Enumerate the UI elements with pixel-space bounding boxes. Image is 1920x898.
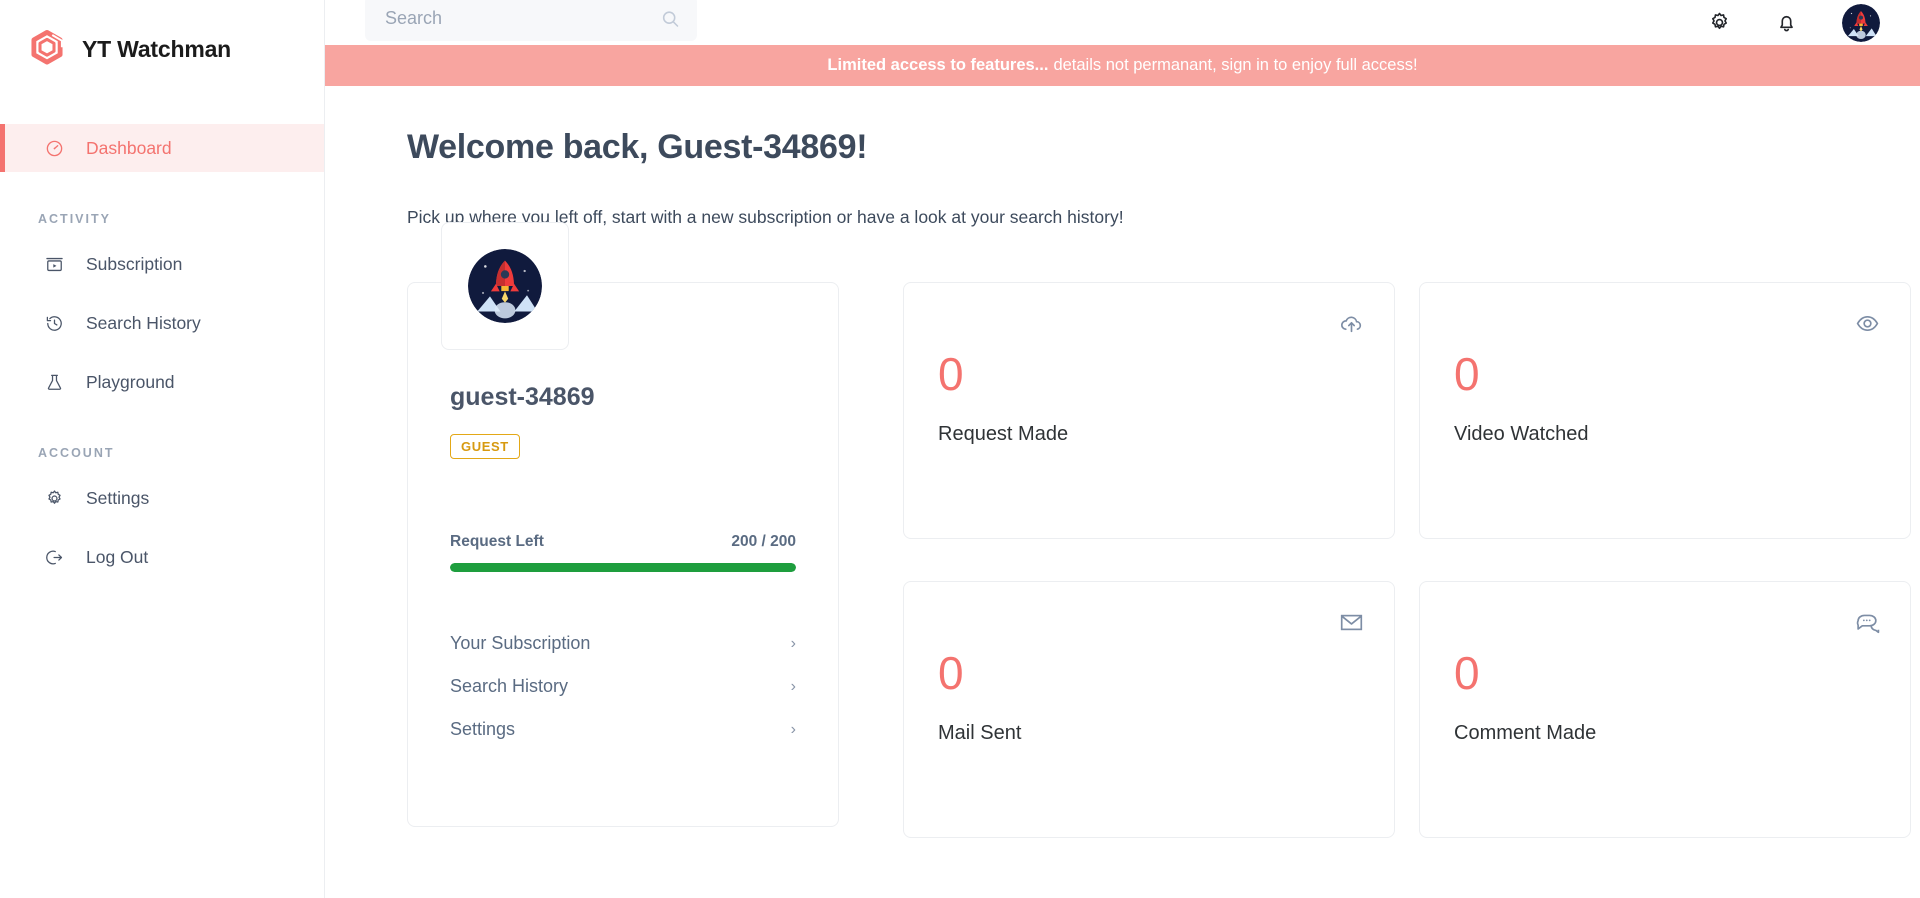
stat-value: 0 [1454,647,1480,699]
chat-bubble-icon [1855,610,1880,640]
stat-label: Mail Sent [938,722,1022,744]
stat-value: 0 [938,647,964,699]
search-box[interactable] [365,0,697,41]
avatar-card [441,222,569,350]
logout-icon [44,547,64,567]
brand[interactable]: YT Watchman [0,14,324,84]
avatar[interactable] [1842,3,1880,42]
sidebar: YT Watchman Dashboard ACTIVITY Subscript… [0,0,325,898]
chevron-right-icon: › [790,634,796,652]
gear-icon [44,488,64,508]
sidebar-item-playground[interactable]: Playground [0,358,324,406]
dashboard-gauge-icon [44,138,64,158]
request-left-value: 200 / 200 [731,533,796,550]
mail-icon [1339,610,1364,640]
sidebar-item-subscription[interactable]: Subscription [0,240,324,288]
sidebar-item-search-history[interactable]: Search History [0,299,324,347]
stat-card-comment-made: 0 Comment Made [1419,581,1911,838]
stat-label: Video Watched [1454,423,1589,445]
profile-username: guest-34869 [450,383,595,411]
sidebar-item-settings[interactable]: Settings [0,474,324,522]
profile-column: guest-34869 GUEST Request Left 200 / 200… [407,222,839,838]
top-bar [325,0,1920,45]
page-subtitle: Pick up where you left off, start with a… [407,207,1124,227]
sidebar-nav: Dashboard ACTIVITY Subscription Search H… [0,124,324,581]
profile-link-search-history[interactable]: Search History › [450,665,796,708]
sidebar-item-label: Playground [86,371,175,392]
flask-icon [44,372,64,392]
dashboard-content: Welcome back, Guest-34869! Pick up where… [325,86,1920,898]
app-root: YT Watchman Dashboard ACTIVITY Subscript… [0,0,1920,898]
status-badge: GUEST [450,434,520,459]
search-input[interactable] [365,0,697,41]
request-left-label: Request Left [450,533,544,550]
stat-label: Request Made [938,423,1069,445]
banner-rest-text: details not permanant, sign in to enjoy … [1053,56,1418,74]
link-label: Settings [450,719,516,739]
stat-cards-grid: 0 Request Made 0 Video Watched 0 Mail Se… [903,282,1911,838]
topbar-actions [1708,3,1880,42]
history-clock-icon [44,313,64,333]
stat-value: 0 [1454,348,1480,400]
stat-value: 0 [938,348,964,400]
stat-card-request-made: 0 Request Made [903,282,1395,539]
rocket-avatar-icon [468,249,542,323]
request-progress-bar [450,563,796,572]
chevron-right-icon: › [790,720,796,738]
profile-links: Your Subscription › Search History › Set… [450,622,796,751]
sidebar-item-label: Subscription [86,253,183,274]
link-label: Your Subscription [450,633,591,653]
chevron-right-icon: › [790,677,796,695]
profile-link-settings[interactable]: Settings › [450,708,796,751]
sidebar-item-log-out[interactable]: Log Out [0,533,324,581]
sidebar-item-label: Settings [86,487,150,508]
sidebar-item-label: Dashboard [86,137,172,158]
main-area: Limited access to features... details no… [325,0,1920,898]
stat-card-video-watched: 0 Video Watched [1419,282,1911,539]
sidebar-group-activity-title: ACTIVITY [38,212,111,226]
profile-link-your-subscription[interactable]: Your Subscription › [450,622,796,665]
sidebar-item-label: Search History [86,312,201,333]
limited-access-banner: Limited access to features... details no… [325,45,1920,86]
cloud-upload-icon [1339,311,1364,341]
sidebar-item-dashboard[interactable]: Dashboard [0,124,324,172]
subscription-box-icon [44,254,64,274]
stat-label: Comment Made [1454,722,1597,744]
eye-icon [1855,311,1880,341]
bell-icon[interactable] [1775,11,1798,34]
profile-card: guest-34869 GUEST Request Left 200 / 200… [407,282,839,827]
gear-icon[interactable] [1708,11,1731,34]
stat-card-mail-sent: 0 Mail Sent [903,581,1395,838]
sidebar-item-label: Log Out [86,546,149,567]
sidebar-group-account-title: ACCOUNT [38,446,115,460]
dashboard-grid: guest-34869 GUEST Request Left 200 / 200… [407,222,1920,838]
request-left-row: Request Left 200 / 200 [450,533,796,551]
search-icon[interactable] [660,8,681,29]
link-label: Search History [450,676,569,696]
page-title: Welcome back, Guest-34869! [407,128,868,166]
brand-name: YT Watchman [82,35,232,62]
app-logo-icon [26,28,68,70]
request-progress-fill [450,563,796,572]
banner-bold-text: Limited access to features... [827,56,1049,74]
